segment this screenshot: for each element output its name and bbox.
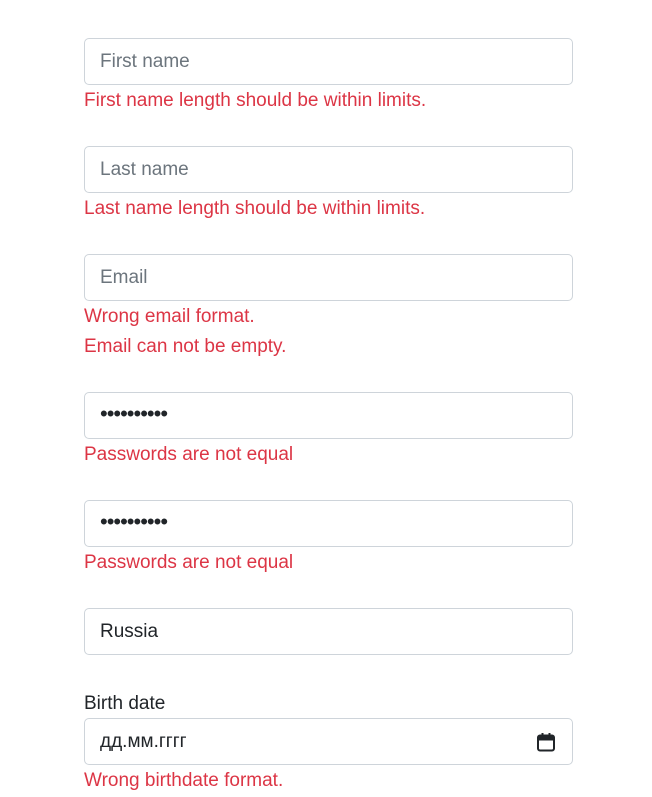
- first-name-input[interactable]: First name: [84, 38, 573, 85]
- last-name-error: Last name length should be within limits…: [84, 198, 426, 219]
- first-name-placeholder: First name: [100, 50, 190, 72]
- country-value: Russia: [100, 620, 159, 642]
- birth-date-error: Wrong birthdate format.: [84, 770, 284, 791]
- email-empty-error: Email can not be empty.: [84, 336, 287, 357]
- last-name-input[interactable]: Last name: [84, 146, 573, 193]
- password-input[interactable]: ••••••••••: [84, 392, 573, 439]
- birth-date-placeholder: дд.мм.гггг: [100, 730, 187, 752]
- calendar-icon[interactable]: [536, 732, 556, 752]
- confirm-password-input[interactable]: ••••••••••: [84, 500, 573, 547]
- birth-date-label: Birth date: [84, 693, 166, 714]
- confirm-password-masked-value: ••••••••••: [100, 508, 168, 534]
- first-name-error: First name length should be within limit…: [84, 90, 427, 111]
- birth-date-input[interactable]: дд.мм.гггг: [84, 718, 573, 765]
- email-format-error: Wrong email format.: [84, 306, 255, 327]
- confirm-password-error: Passwords are not equal: [84, 552, 294, 573]
- password-error: Passwords are not equal: [84, 444, 294, 465]
- password-masked-value: ••••••••••: [100, 400, 168, 426]
- registration-form: First name First name length should be w…: [84, 38, 573, 796]
- last-name-placeholder: Last name: [100, 158, 189, 180]
- email-input[interactable]: Email: [84, 254, 573, 301]
- country-input[interactable]: Russia: [84, 608, 573, 655]
- email-placeholder: Email: [100, 266, 148, 288]
